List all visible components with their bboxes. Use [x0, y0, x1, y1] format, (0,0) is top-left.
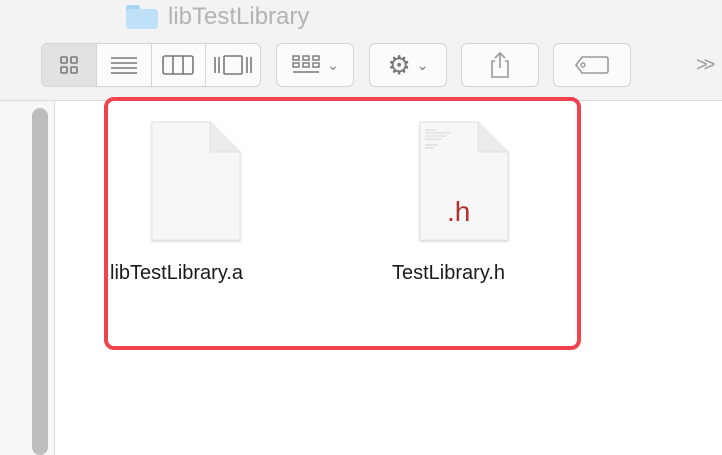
- arrange-grid-icon: [292, 55, 320, 73]
- file-name-libtestlibrary-a[interactable]: libTestLibrary.a: [110, 262, 243, 285]
- window-title: libTestLibrary: [126, 2, 309, 32]
- chevron-down-icon: ⌄: [416, 56, 429, 73]
- list-icon: [110, 57, 137, 74]
- tag-icon: [575, 56, 609, 74]
- folder-icon: [126, 5, 158, 29]
- columns-icon: [162, 55, 195, 75]
- grid-icon: [60, 56, 78, 74]
- toolbar-overflow-button[interactable]: >>: [696, 54, 715, 77]
- finder-toolbar: libTestLibrary ⌄ ⚙ ⌄ >>: [0, 0, 722, 101]
- file-item-testlibrary-h[interactable]: [416, 118, 512, 249]
- blank-document-icon: [151, 121, 241, 241]
- chevron-down-icon: ⌄: [327, 56, 339, 73]
- list-view-button[interactable]: [97, 44, 152, 86]
- scrollbar-thumb[interactable]: [32, 108, 48, 455]
- window-title-label: libTestLibrary: [168, 3, 310, 30]
- action-button[interactable]: ⚙ ⌄: [369, 43, 447, 87]
- file-name-testlibrary-h[interactable]: TestLibrary.h: [392, 262, 505, 285]
- column-view-button[interactable]: [152, 44, 207, 86]
- header-file-badge: .h: [447, 196, 471, 227]
- tags-button[interactable]: [553, 43, 631, 87]
- share-icon: [491, 51, 509, 78]
- share-button[interactable]: [461, 43, 539, 87]
- file-item-libtestlibrary-a[interactable]: [148, 118, 244, 249]
- cover-flow-icon: [214, 55, 252, 75]
- arrange-button[interactable]: ⌄: [276, 43, 354, 87]
- cover-flow-view-button[interactable]: [206, 44, 260, 86]
- icon-view-button[interactable]: [42, 44, 97, 86]
- gear-icon: ⚙: [387, 50, 411, 80]
- view-mode-segmented-control: [41, 43, 261, 87]
